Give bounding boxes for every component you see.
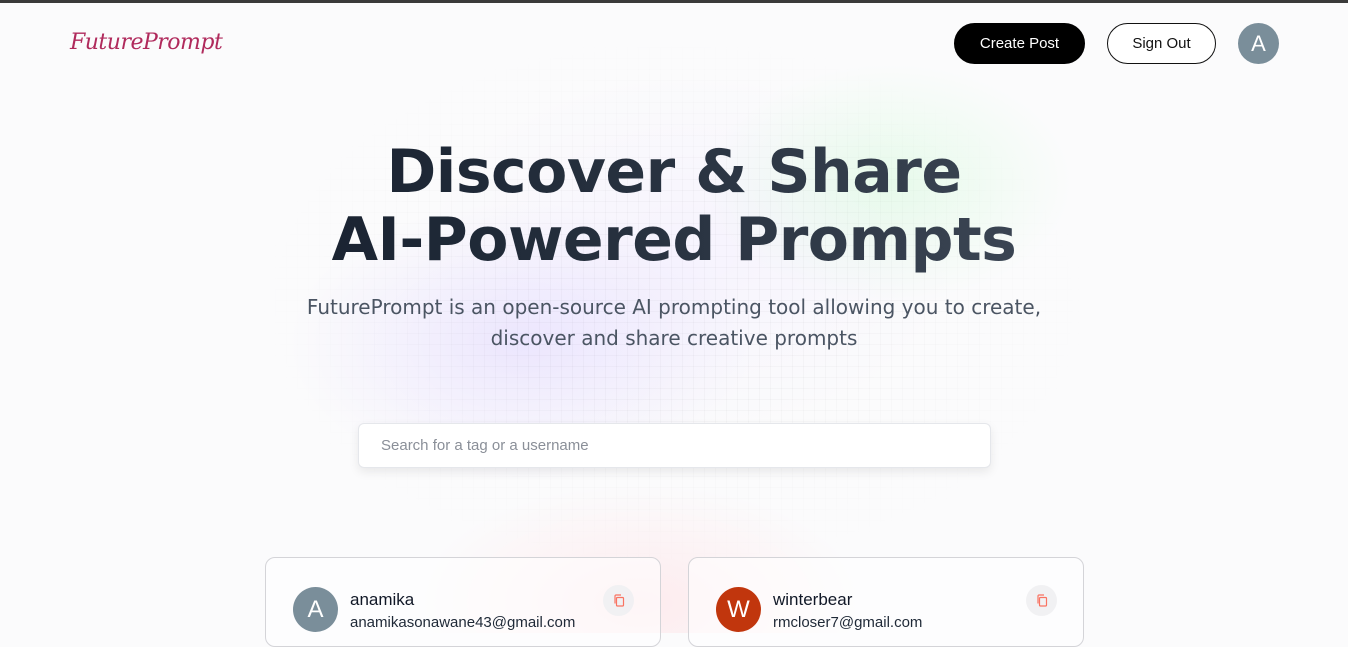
copy-button[interactable] [603, 585, 634, 616]
copy-icon [1036, 594, 1047, 607]
card-username[interactable]: anamika [350, 590, 414, 610]
user-avatar[interactable]: A [1238, 23, 1279, 64]
card-email: rmcloser7@gmail.com [773, 614, 923, 631]
avatar[interactable]: A [293, 587, 338, 632]
copy-icon [613, 594, 624, 607]
hero-description-line2: discover and share creative prompts [490, 326, 858, 350]
card-email: anamikasonawane43@gmail.com [350, 614, 576, 631]
hero-description: FuturePrompt is an open-source AI prompt… [0, 292, 1348, 354]
create-post-button[interactable]: Create Post [954, 23, 1085, 64]
hero-description-line1: FuturePrompt is an open-source AI prompt… [306, 295, 1042, 319]
hero-title: Discover & Share AI-Powered Prompts [0, 138, 1348, 274]
sign-out-button[interactable]: Sign Out [1107, 23, 1216, 64]
prompt-card: W winterbear rmcloser7@gmail.com [688, 557, 1084, 647]
prompt-card: A anamika anamikasonawane43@gmail.com [265, 557, 661, 647]
search-input[interactable] [358, 423, 991, 468]
card-username[interactable]: winterbear [773, 590, 852, 610]
avatar[interactable]: W [716, 587, 761, 632]
logo[interactable]: FuturePrompt [70, 30, 223, 55]
hero-title-line2: AI-Powered Prompts [0, 206, 1348, 274]
hero-title-line1: Discover & Share [0, 138, 1348, 206]
copy-button[interactable] [1026, 585, 1057, 616]
